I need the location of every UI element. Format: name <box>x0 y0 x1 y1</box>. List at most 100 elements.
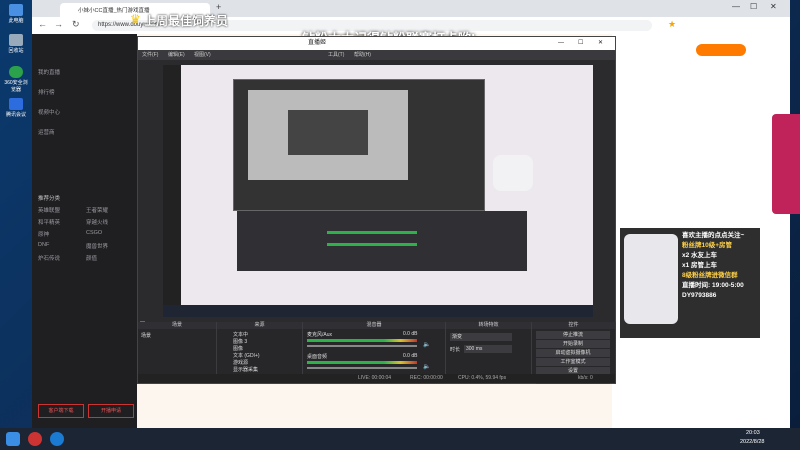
start-recording-button[interactable]: 开始录制 <box>536 340 610 348</box>
crown-icon: ♛ <box>130 12 141 26</box>
status-kbps: kb/s: 0 <box>578 375 593 381</box>
reload-icon[interactable]: ↻ <box>72 19 80 30</box>
start-virtual-camera-button[interactable]: 启动虚拟摄像机 <box>536 349 610 357</box>
nav-category[interactable]: 原神 <box>38 230 49 238</box>
nav-category[interactable]: 颜值 <box>86 254 97 262</box>
status-rec: REC: 00:00:00 <box>410 375 443 381</box>
nested-obs-preview <box>233 79 485 211</box>
nested-meter <box>327 231 417 234</box>
nav-category[interactable]: 炉石传说 <box>38 254 60 262</box>
browser-360-icon <box>9 66 23 78</box>
source-item[interactable]: 显示器采集 <box>233 366 258 373</box>
nested-docks <box>237 211 527 271</box>
nav-category[interactable]: 穿越火线 <box>86 218 108 226</box>
recycle-bin-icon <box>9 34 23 46</box>
cat-avatar-image <box>624 234 678 324</box>
source-item[interactable]: 文本 (GDI+) <box>233 352 260 359</box>
favorite-star-icon[interactable]: ★ <box>668 19 676 30</box>
obs-taskbar-icon[interactable] <box>28 432 42 446</box>
preview-taskbar <box>163 305 593 317</box>
nav-item-video[interactable]: 视频中心 <box>38 108 60 116</box>
sources-header: 来源 <box>217 322 302 329</box>
nested-capture <box>248 90 408 180</box>
source-item[interactable]: 图像 <box>233 345 243 352</box>
obs-preview[interactable] <box>163 65 593 317</box>
nested-meter <box>327 243 417 246</box>
windows-start-icon[interactable] <box>6 432 20 446</box>
desktop-icon-computer[interactable]: 此电脑 <box>4 4 28 24</box>
mixer-volume-slider[interactable] <box>307 367 417 369</box>
obs-minimize-icon[interactable]: — <box>558 37 564 50</box>
mixer-track-name: 桌面音频 <box>307 354 328 360</box>
obs-status-bar: LIVE: 00:00:04 REC: 00:00:00 CPU: 0.4%, … <box>138 374 615 383</box>
status-cpu: CPU: 0.4%, 59.94 fps <box>458 375 507 381</box>
nested-capture-inner <box>288 110 368 155</box>
mixer-track-level: 0.0 dB <box>403 331 418 337</box>
nav-category[interactable]: 和平精英 <box>38 218 60 226</box>
scene-item[interactable]: 场景 <box>141 332 151 339</box>
status-live: LIVE: 00:00:04 <box>358 375 392 381</box>
source-item[interactable]: 文本中 <box>233 331 248 338</box>
nav-section-label: 推荐分类 <box>38 196 61 202</box>
obs-title-bar: 直播姬 — ☐ ✕ <box>138 37 615 50</box>
client-download-button[interactable]: 客户端下载 <box>38 404 84 418</box>
computer-icon <box>9 4 23 16</box>
minimize-icon[interactable]: — <box>732 2 740 11</box>
stream-overlay: 喜欢主播的点点关注~ 粉丝牌10级+房管 x2 水友上车 x1 房管上车 8级粉… <box>620 228 760 338</box>
scenes-header: 场景 <box>138 322 216 329</box>
menu-edit[interactable]: 编辑(E) <box>168 51 185 58</box>
new-tab-icon[interactable]: + <box>216 2 221 12</box>
obs-window-title: 直播姬 <box>308 40 327 46</box>
nav-category[interactable]: 魔兽世界 <box>86 242 108 250</box>
desktop-icon-browser[interactable]: 360安全浏览器 <box>4 66 28 93</box>
source-item[interactable]: 图像 3 <box>233 338 247 345</box>
promo-banner[interactable] <box>772 114 800 214</box>
speaker-icon[interactable]: 🔈 <box>423 363 430 370</box>
nav-category[interactable]: 英雄联盟 <box>38 206 60 214</box>
nav-item-ranking[interactable]: 排行榜 <box>38 88 55 96</box>
menu-file[interactable]: 文件(F) <box>142 51 158 58</box>
studio-mode-button[interactable]: 工作室模式 <box>536 358 610 366</box>
obs-maximize-icon[interactable]: ☐ <box>578 37 583 50</box>
pc-client-button[interactable] <box>696 44 746 56</box>
clock-time: 20:03 <box>746 430 760 436</box>
obs-window: 直播姬 — ☐ ✕ 文件(F) 编辑(E) 视图(V) 工具(T) 帮助(H) … <box>137 36 616 384</box>
menu-tools[interactable]: 工具(T) <box>328 51 344 58</box>
edge-taskbar-icon[interactable] <box>50 432 64 446</box>
stop-stream-button[interactable]: 停止推流 <box>536 331 610 339</box>
source-item[interactable]: 游戏源 <box>233 359 248 366</box>
speaker-icon[interactable]: 🔈 <box>423 341 430 348</box>
nav-category[interactable]: 王者荣耀 <box>86 206 108 214</box>
forward-icon[interactable]: → <box>54 19 63 29</box>
duration-input[interactable]: 300 ms <box>464 345 512 353</box>
desktop-icon-meeting[interactable]: 腾讯会议 <box>4 98 28 118</box>
clock-date: 2022/8/28 <box>740 439 765 445</box>
desktop-icon-recycle[interactable]: 回收站 <box>4 34 28 54</box>
nav-category[interactable]: CSGO <box>86 230 102 236</box>
taskbar: 20:03 2022/8/28 <box>0 428 800 450</box>
transitions-header: 转场特效 <box>446 322 531 329</box>
title-banner: 上周最佳饲养员 <box>144 14 229 28</box>
maximize-icon[interactable]: ☐ <box>750 2 757 11</box>
mixer-meter <box>307 361 417 364</box>
tencent-meeting-icon <box>9 98 23 110</box>
apply-live-button[interactable]: 开播申请 <box>88 404 134 418</box>
nav-item-operator[interactable]: 运营商 <box>38 128 55 136</box>
menu-view[interactable]: 视图(V) <box>194 51 211 58</box>
close-icon[interactable]: ✕ <box>770 2 777 11</box>
duration-label: 时长 <box>450 347 461 353</box>
left-nav: 我的直播 排行榜 视频中心 运营商 推荐分类 英雄联盟 王者荣耀 和平精英 穿越… <box>32 34 137 428</box>
menu-help[interactable]: 帮助(H) <box>354 51 371 58</box>
cat-mascot-image <box>493 155 533 191</box>
transition-select[interactable]: 渐变 <box>450 333 512 341</box>
preview-sidebar <box>163 65 181 317</box>
nav-category[interactable]: DNF <box>38 242 49 248</box>
mixer-track-name: 麦克风/Aux <box>307 332 333 338</box>
mixer-volume-slider[interactable] <box>307 345 417 347</box>
mixer-track-level: 0.0 dB <box>403 353 418 359</box>
nav-item-my-live[interactable]: 我的直播 <box>38 68 60 76</box>
mixer-header: 混音器 <box>303 322 445 329</box>
back-icon[interactable]: ← <box>38 19 47 29</box>
obs-menu-bar: 文件(F) 编辑(E) 视图(V) 工具(T) 帮助(H) <box>138 50 615 60</box>
obs-close-icon[interactable]: ✕ <box>598 37 603 50</box>
